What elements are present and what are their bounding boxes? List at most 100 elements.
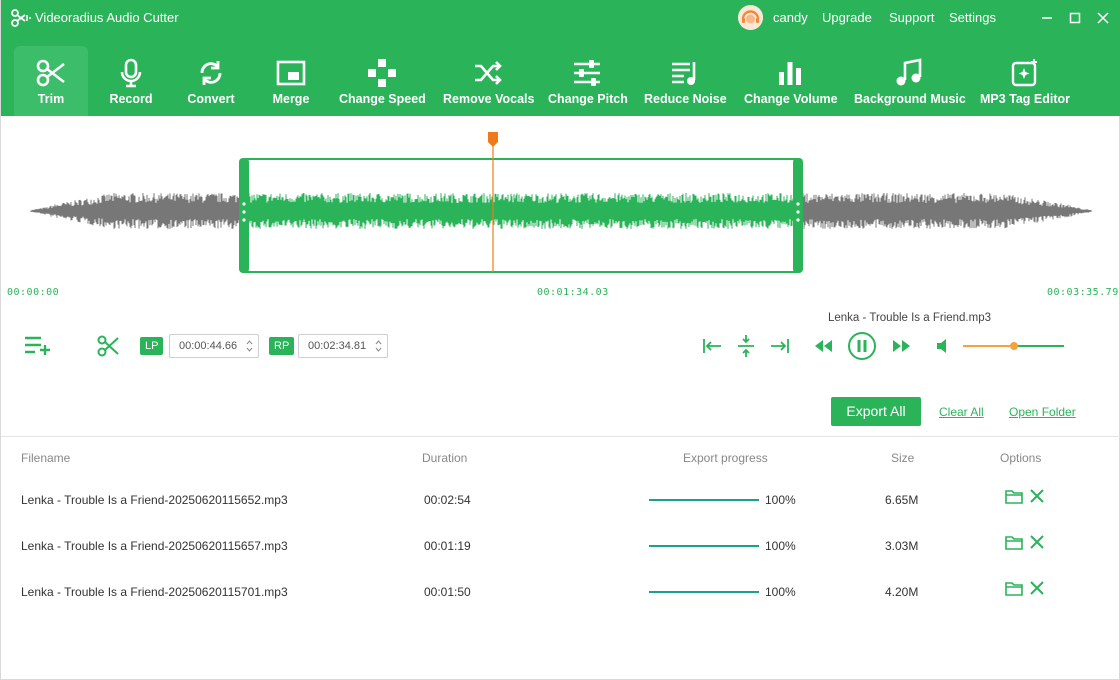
delete-x-icon[interactable] (1027, 532, 1047, 552)
tool-label: Change Speed (339, 92, 426, 106)
support-link[interactable]: Support (889, 10, 935, 25)
center-split-icon[interactable] (736, 334, 756, 358)
playhead-time: 00:01:34.03 (537, 287, 609, 298)
tool-record[interactable]: Record (101, 46, 161, 116)
username[interactable]: candy (773, 10, 808, 25)
tool-label: Record (109, 92, 153, 106)
tool-label: Change Pitch (548, 92, 628, 106)
open-folder-icon[interactable] (1004, 486, 1024, 506)
volume-slider-thumb[interactable] (1009, 342, 1018, 350)
row-filename: Lenka - Trouble Is a Friend-202506201157… (21, 585, 288, 599)
cut-scissors-icon[interactable] (96, 334, 120, 358)
pause-icon[interactable] (847, 331, 877, 361)
tool-label: Background Music (854, 92, 966, 106)
app-window: Videoradius Audio Cutter candy Upgrade S… (0, 0, 1120, 680)
row-progress-bar (649, 591, 759, 593)
add-list-icon[interactable] (23, 335, 53, 357)
column-header-size: Size (891, 451, 915, 465)
volume-bars-icon (779, 62, 801, 85)
end-time: 00:03:35.79 (1047, 287, 1119, 298)
fast-forward-icon[interactable] (890, 337, 912, 355)
scissors-icon (36, 59, 65, 87)
table-row[interactable]: Lenka - Trouble Is a Friend-202506201156… (1, 535, 1120, 585)
start-time: 00:00:00 (7, 287, 60, 298)
right-trim-handle[interactable] (793, 158, 803, 273)
speed-icon (368, 59, 396, 87)
spinner-arrows-icon[interactable] (246, 338, 253, 354)
row-size: 3.03M (885, 539, 919, 553)
user-avatar[interactable] (738, 5, 763, 30)
row-duration: 00:01:19 (424, 539, 471, 553)
table-row[interactable]: Lenka - Trouble Is a Friend-202506201156… (1, 489, 1120, 539)
tool-trim[interactable]: Trim (14, 46, 88, 116)
row-duration: 00:02:54 (424, 493, 471, 507)
tool-convert[interactable]: Convert (181, 46, 241, 116)
row-progress-percent: 100% (765, 585, 796, 599)
delete-x-icon[interactable] (1027, 486, 1047, 506)
column-header-duration: Duration (422, 451, 468, 465)
speaker-icon[interactable] (935, 337, 953, 355)
app-logo-icon (11, 9, 31, 27)
tag-editor-icon (1011, 59, 1037, 87)
open-folder-icon[interactable] (1004, 578, 1024, 598)
row-progress-percent: 100% (765, 539, 796, 553)
tool-reduce-noise[interactable]: Reduce Noise (644, 46, 727, 116)
waveform-area[interactable]: 00:00:00 00:01:34.03 00:03:35.79 (1, 116, 1120, 306)
tool-background-music[interactable]: Background Music (854, 46, 966, 116)
maximize-icon[interactable] (1064, 7, 1086, 29)
row-filename: Lenka - Trouble Is a Friend-202506201156… (21, 539, 288, 553)
row-progress-percent: 100% (765, 493, 796, 507)
merge-icon (276, 60, 306, 86)
tool-label: Trim (37, 92, 65, 106)
app-title: Videoradius Audio Cutter (35, 10, 179, 25)
tool-remove-vocals[interactable]: Remove Vocals (443, 46, 534, 116)
jump-to-end-icon[interactable] (769, 336, 791, 356)
minimize-icon[interactable] (1036, 7, 1058, 29)
waveform-selected (248, 193, 794, 229)
tool-label: Change Volume (744, 92, 838, 106)
tool-merge[interactable]: Merge (261, 46, 321, 116)
convert-icon (200, 61, 222, 85)
export-all-button[interactable]: Export All (831, 397, 921, 426)
title-bar: Videoradius Audio Cutter candy Upgrade S… (1, 0, 1120, 36)
divider (1, 436, 1120, 437)
rewind-icon[interactable] (813, 337, 835, 355)
tool-mp3-tag-editor[interactable]: MP3 Tag Editor (979, 46, 1071, 116)
tool-label: Reduce Noise (644, 92, 727, 106)
close-icon[interactable] (1092, 7, 1114, 29)
noise-icon (672, 62, 696, 85)
waveform-canvas[interactable] (1, 116, 1120, 306)
table-row[interactable]: Lenka - Trouble Is a Friend-202506201157… (1, 581, 1120, 631)
volume-slider[interactable] (963, 342, 1064, 350)
lp-time-input[interactable]: 00:00:44.66 (169, 334, 259, 358)
current-song-name: Lenka - Trouble Is a Friend.mp3 (828, 312, 991, 324)
column-header-options: Options (1000, 451, 1042, 465)
tool-change-volume[interactable]: Change Volume (744, 46, 838, 116)
rp-time-value: 00:02:34.81 (308, 340, 367, 352)
open-folder-link[interactable]: Open Folder (1009, 405, 1076, 419)
left-trim-handle[interactable] (239, 158, 249, 273)
jump-to-start-icon[interactable] (701, 336, 723, 356)
row-filename: Lenka - Trouble Is a Friend-202506201156… (21, 493, 288, 507)
row-progress-bar (649, 499, 759, 501)
microphone-icon (120, 58, 142, 88)
open-folder-icon[interactable] (1004, 532, 1024, 552)
column-header-export-progress: Export progress (683, 451, 768, 465)
tool-label: MP3 Tag Editor (979, 92, 1071, 106)
music-note-icon (896, 58, 922, 86)
spinner-arrows-icon[interactable] (375, 338, 382, 354)
clear-all-link[interactable]: Clear All (939, 405, 984, 419)
tool-label: Convert (187, 92, 235, 106)
shuffle-icon (475, 61, 502, 85)
upgrade-link[interactable]: Upgrade (822, 10, 872, 25)
row-progress-bar (649, 545, 759, 547)
row-size: 6.65M (885, 493, 919, 507)
tool-change-pitch[interactable]: Change Pitch (548, 46, 628, 116)
rp-time-input[interactable]: 00:02:34.81 (298, 334, 388, 358)
lp-badge: LP (140, 337, 164, 355)
row-size: 4.20M (885, 585, 919, 599)
delete-x-icon[interactable] (1027, 578, 1047, 598)
settings-link[interactable]: Settings (949, 10, 996, 25)
tool-change-speed[interactable]: Change Speed (339, 46, 426, 116)
row-duration: 00:01:50 (424, 585, 471, 599)
